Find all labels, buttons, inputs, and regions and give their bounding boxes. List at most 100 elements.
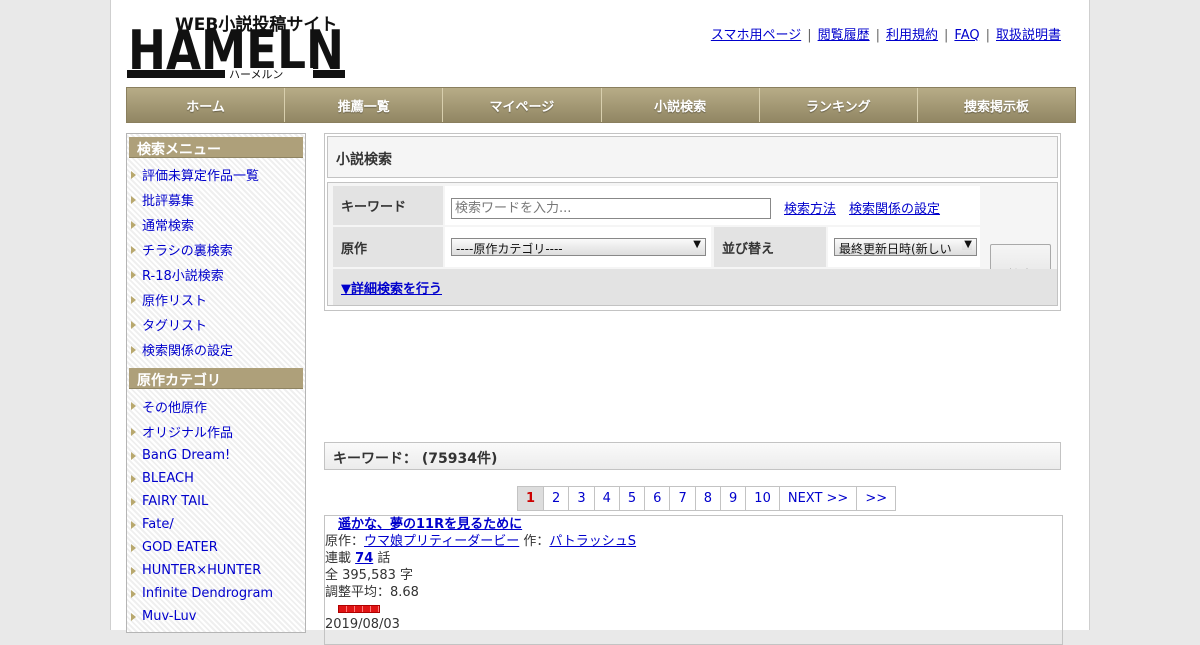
bullet-icon [131,345,136,354]
bullet-icon [131,245,136,254]
search-settings-link[interactable]: 検索関係の設定 [849,198,940,217]
original-select[interactable]: ----原作カテゴリ---- ▼ [451,238,706,256]
sidebar-item: R-18小説検索 [129,262,303,287]
nav-recommend[interactable]: 推薦一覧 [285,88,444,122]
page-6[interactable]: 6 [645,487,671,510]
page-5[interactable]: 5 [620,487,646,510]
result-char-count: 全 395,583 字 [325,568,414,583]
result-title-link[interactable]: 遥かな、夢の11Rを見るために [338,517,522,532]
sidebar-item: タグリスト [129,312,303,337]
bullet-icon [131,170,136,179]
category-item: Fate/ [129,513,303,536]
result-rating: 調整平均：8.68 [325,585,419,600]
page-3[interactable]: 3 [569,487,595,510]
category-item: Muv-Luv [129,605,303,628]
manual-link[interactable]: 取扱説明書 [996,28,1061,43]
page-8[interactable]: 8 [696,487,722,510]
page-7[interactable]: 7 [670,487,696,510]
sidebar-item: 検索関係の設定 [129,337,303,362]
category-link[interactable]: GOD EATER [142,540,218,555]
bullet-icon [131,543,136,552]
bullet-icon [131,589,136,598]
category-link[interactable]: Muv-Luv [142,609,196,624]
bullet-icon [131,195,136,204]
bullet-icon [131,295,136,304]
smartphone-link[interactable]: スマホ用ページ [711,28,801,43]
category-link[interactable]: オリジナル作品 [142,422,233,441]
category-item: BanG Dream! [129,444,303,467]
bullet-icon [131,320,136,329]
category-link[interactable]: HUNTER×HUNTER [142,563,261,578]
result-episodes-link[interactable]: 74 [355,551,373,566]
nav-board[interactable]: 捜索掲示板 [918,88,1075,122]
sidebar-link-tag-list[interactable]: タグリスト [142,315,207,334]
sidebar-item: 評価未算定作品一覧 [129,162,303,187]
bullet-icon [131,220,136,229]
detail-search-row: ▼詳細検索を行う [333,269,1057,305]
category-link[interactable]: Fate/ [142,517,174,532]
page-9[interactable]: 9 [721,487,747,510]
sort-select[interactable]: 最終更新日時(新しい ▼ [834,238,977,256]
bullet-icon [131,402,136,410]
keyword-label: キーワード [333,186,443,225]
sidebar-link-chirashi[interactable]: チラシの裏検索 [142,240,233,259]
search-method-link[interactable]: 検索方法 [784,198,836,217]
nav-mypage[interactable]: マイページ [443,88,602,122]
category-item: GOD EATER [129,536,303,559]
category-item: BLEACH [129,467,303,490]
bullet-icon [131,427,136,436]
sidebar-item: 原作リスト [129,287,303,312]
result-date: 2019/08/03 [325,617,400,632]
sort-cell: 最終更新日時(新しい ▼ [828,227,980,267]
category-link[interactable]: BanG Dream! [142,448,230,463]
faq-link[interactable]: FAQ [954,28,979,43]
result-episodes: 連載 74 話 [325,551,391,566]
search-menu-heading: 検索メニュー [129,137,303,158]
page-next[interactable]: NEXT >> [780,487,858,510]
sidebar-item: チラシの裏検索 [129,237,303,262]
sidebar-link-r18[interactable]: R-18小説検索 [142,265,224,284]
category-heading: 原作カテゴリ [129,368,303,389]
sidebar-link-search-settings[interactable]: 検索関係の設定 [142,340,233,359]
category-link[interactable]: BLEACH [142,471,194,486]
category-link[interactable]: Infinite Dendrogram [142,586,273,601]
category-item: Infinite Dendrogram [129,582,303,605]
page-last[interactable]: >> [857,487,895,510]
result-item: 遥かな、夢の11Rを見るために 原作：ウマ娘プリティーダービー 作：パトラッシュ… [324,515,1063,645]
nav-novel-search[interactable]: 小説検索 [602,88,760,122]
sidebar-link-critique[interactable]: 批評募集 [142,190,194,209]
hameln-logo[interactable]: WEB小説投稿サイト HAMELN ハーメルン [127,10,347,82]
logo-kana: ハーメルン [229,68,283,80]
bullet-icon [131,566,136,575]
category-link[interactable]: FAIRY TAIL [142,494,208,509]
result-original-link[interactable]: ウマ娘プリティーダービー [364,534,519,549]
terms-link[interactable]: 利用規約 [886,28,938,43]
category-item: その他原作 [129,393,303,419]
nav-home[interactable]: ホーム [127,88,286,122]
bullet-icon [131,497,136,506]
dropdown-arrow-icon: ▼ [962,239,972,250]
sidebar-link-normal-search[interactable]: 通常検索 [142,215,194,234]
sidebar-link-original-list[interactable]: 原作リスト [142,290,207,309]
nav-ranking[interactable]: ランキング [760,88,918,122]
search-panel-title: 小説検索 [327,136,1058,178]
detail-search-link[interactable]: ▼詳細検索を行う [341,278,442,297]
original-label: 原作 [333,227,443,267]
sidebar-link-unrated[interactable]: 評価未算定作品一覧 [142,165,259,184]
results-header: キーワード： (75934件) [324,442,1061,470]
history-link[interactable]: 閲覧履歴 [818,28,870,43]
search-panel: 小説検索 キーワード 検索方法 検索関係の設定 原作 ----原作カテゴリ---… [324,133,1061,311]
original-cell: ----原作カテゴリ---- ▼ [445,227,711,267]
page-1[interactable]: 1 [518,487,545,510]
result-author-link[interactable]: パトラッシュS [549,534,636,549]
category-link[interactable]: その他原作 [142,397,207,416]
page-10[interactable]: 10 [746,487,780,510]
bullet-icon [131,451,136,460]
rating-bar [338,605,380,613]
page-2[interactable]: 2 [544,487,570,510]
main-nav: ホーム 推薦一覧 マイページ 小説検索 ランキング 捜索掲示板 [126,87,1076,123]
category-item: オリジナル作品 [129,419,303,444]
keyword-input[interactable] [451,198,771,219]
sidebar-item: 通常検索 [129,212,303,237]
page-4[interactable]: 4 [595,487,620,510]
